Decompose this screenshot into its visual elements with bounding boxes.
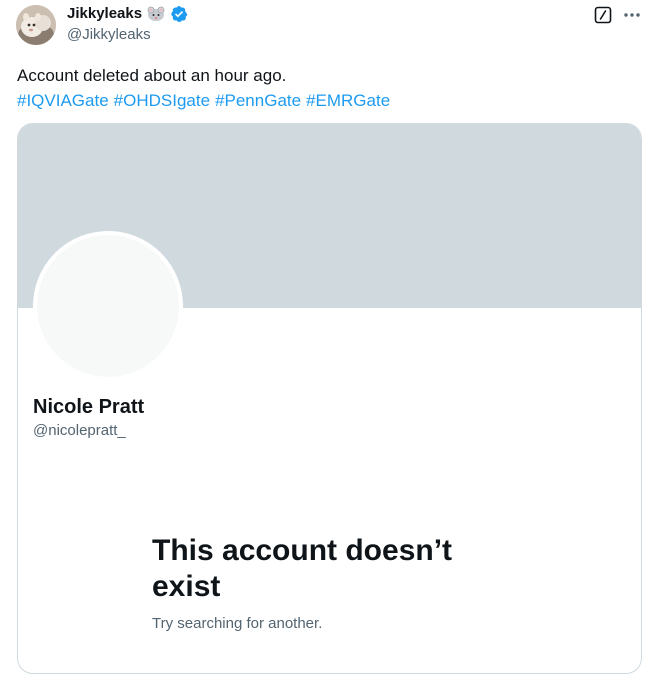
tweet-text: Account deleted about an hour ago. #IQVI… <box>17 63 637 113</box>
rat-emoji-icon <box>146 5 166 23</box>
hashtag-link[interactable]: #OHDSIgate <box>114 91 210 110</box>
hashtag-link[interactable]: #IQVIAGate <box>17 91 109 110</box>
hashtag-link[interactable]: #EMRGate <box>306 91 390 110</box>
grok-icon[interactable] <box>594 6 612 24</box>
tweet-hashtags: #IQVIAGate #OHDSIgate #PennGate #EMRGate <box>17 88 637 113</box>
profile-name: Nicole Pratt <box>33 396 145 418</box>
empty-state-title: This account doesn’t exist <box>152 534 453 603</box>
tweet-body: Account deleted about an hour ago. <box>17 66 287 85</box>
author-handle[interactable]: @Jikkyleaks <box>67 26 151 44</box>
hashtag-link[interactable]: #PennGate <box>215 91 301 110</box>
author-name[interactable]: Jikkyleaks <box>67 5 142 23</box>
empty-state-subtitle: Try searching for another. <box>152 615 323 632</box>
more-icon[interactable] <box>621 6 643 24</box>
profile-avatar <box>33 231 183 381</box>
author-name-row[interactable]: Jikkyleaks <box>67 5 188 23</box>
profile-handle: @nicolepratt_ <box>33 422 126 439</box>
verified-badge-icon <box>170 5 188 23</box>
profile-card[interactable]: Nicole Pratt @nicolepratt_ This account … <box>17 123 642 674</box>
author-avatar[interactable] <box>16 5 56 45</box>
